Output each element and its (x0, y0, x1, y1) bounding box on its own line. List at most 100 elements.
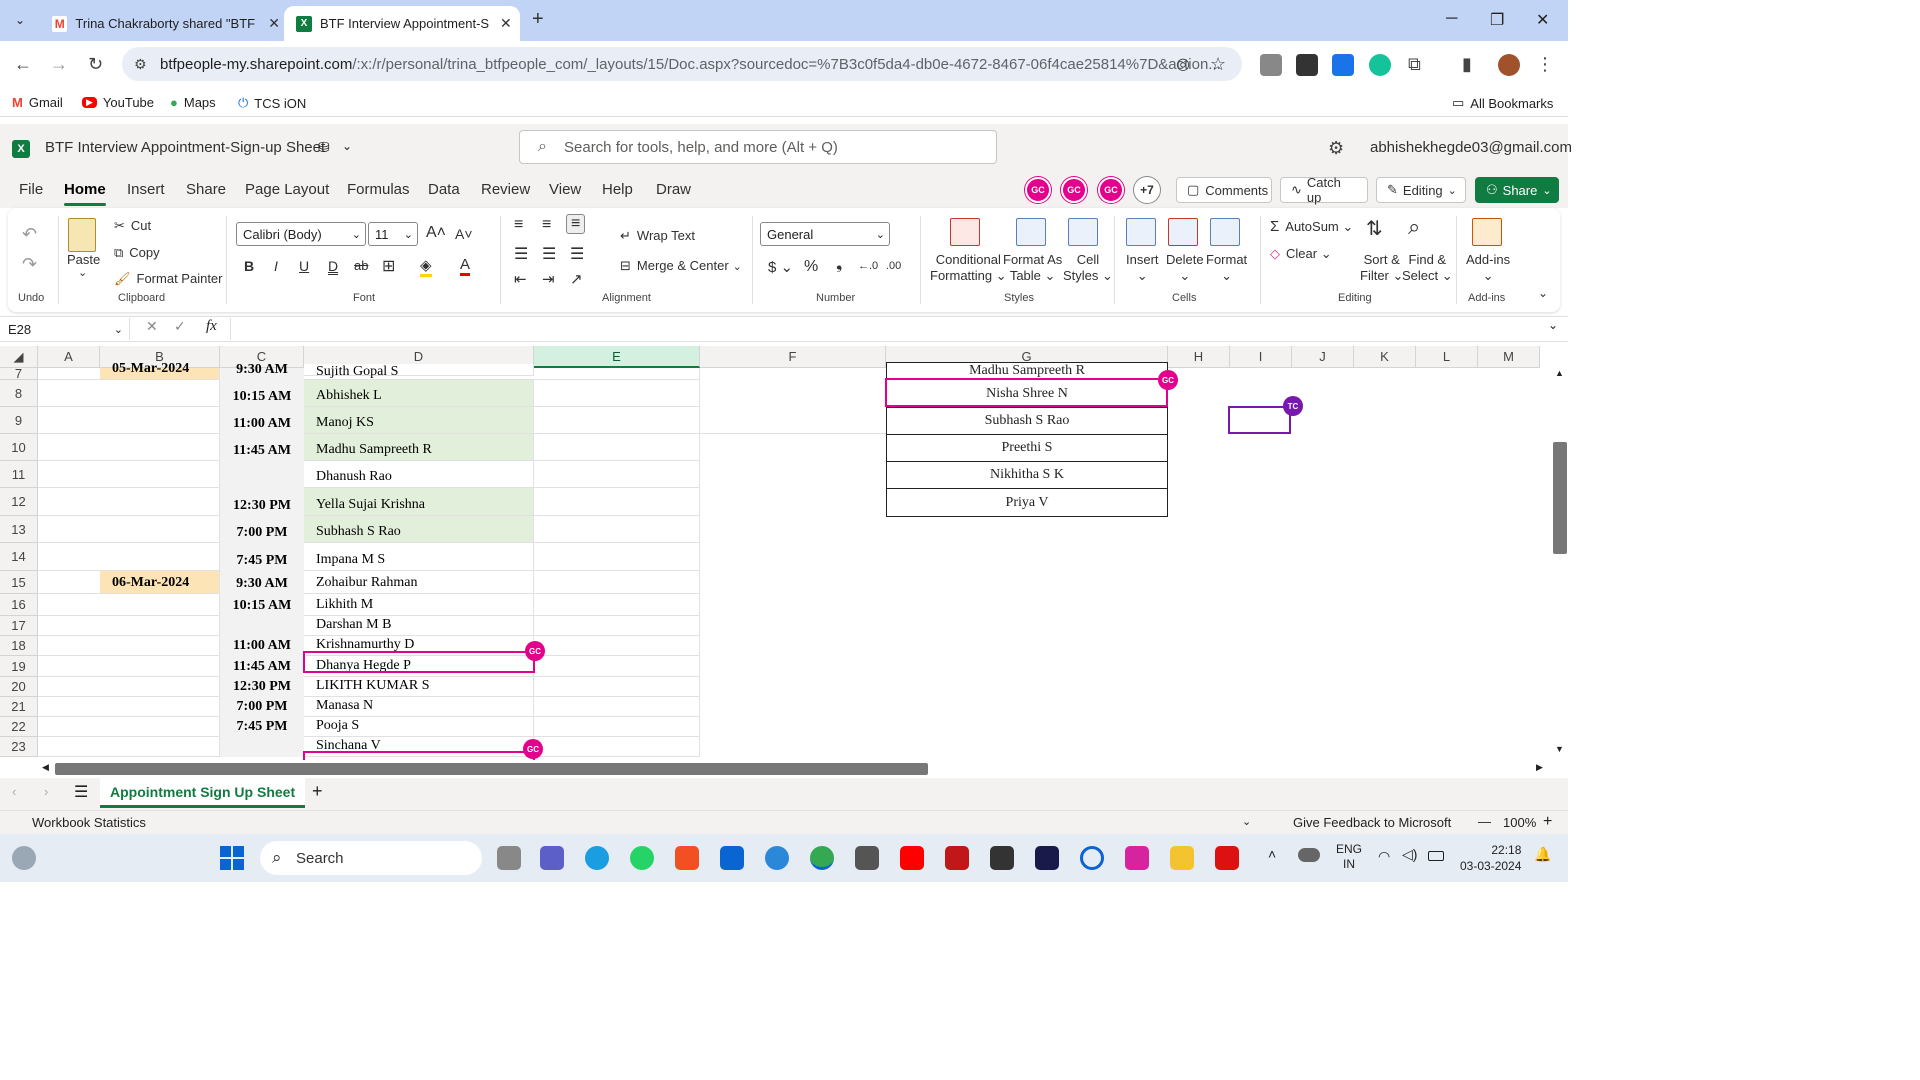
clear-button[interactable]: ◇ Clear ⌄ (1270, 246, 1332, 262)
search-input[interactable]: ⌕ Search for tools, help, and more (Alt … (519, 130, 997, 164)
time-cell[interactable]: 7:00 PM (220, 697, 304, 717)
date-cell[interactable] (100, 461, 220, 488)
collaborator-avatar[interactable]: GC (1025, 177, 1051, 203)
bookmark-youtube[interactable]: ▶ YouTube (82, 95, 154, 110)
time-cell[interactable]: 9:30 AM (220, 362, 304, 380)
date-cell[interactable] (100, 594, 220, 616)
time-cell[interactable] (220, 616, 304, 636)
feedback-link[interactable]: Give Feedback to Microsoft (1293, 815, 1451, 830)
decrease-font-icon[interactable]: A˅ (455, 226, 473, 242)
minimize-icon[interactable]: ─ (1446, 10, 1457, 28)
currency-icon[interactable]: $ ⌄ (768, 258, 793, 276)
formula-input[interactable] (230, 318, 1540, 340)
time-cell[interactable]: 11:45 AM (220, 434, 304, 461)
workbook-statistics[interactable]: Workbook Statistics (32, 815, 146, 830)
borders-icon[interactable]: ⊞ (382, 256, 395, 276)
empty-cell[interactable] (534, 488, 700, 516)
restore-icon[interactable]: ❐ (1490, 10, 1504, 30)
find-select-icon[interactable]: ⌕ (1408, 214, 1420, 240)
name-cell[interactable]: Yella Sujai Krishna (304, 488, 534, 516)
tab-data[interactable]: Data (428, 181, 460, 198)
name-cell[interactable]: Pooja S (304, 717, 534, 737)
help-icon[interactable] (765, 846, 789, 870)
date-cell[interactable] (100, 737, 220, 757)
empty-cell[interactable] (534, 434, 700, 461)
file-explorer-icon[interactable] (1170, 846, 1194, 870)
site-info-icon[interactable]: ⚙ (134, 56, 147, 73)
empty-cell[interactable] (534, 656, 700, 677)
chevron-down-icon[interactable]: ⌄ (1242, 815, 1251, 828)
sort-filter-button[interactable]: Sort & Filter ⌄ (1360, 252, 1403, 284)
time-cell[interactable]: 11:45 AM (220, 656, 304, 677)
date-cell[interactable] (100, 516, 220, 543)
comments-button[interactable]: ▢ Comments (1176, 177, 1272, 203)
name-cell[interactable]: Likhith M (304, 594, 534, 616)
wifi-icon[interactable]: ◠ (1378, 848, 1390, 865)
catch-up-button[interactable]: ∿ Catch up (1280, 175, 1368, 205)
tab-help[interactable]: Help (602, 181, 633, 198)
empty-cell[interactable] (534, 407, 700, 434)
date-cell[interactable] (100, 656, 220, 677)
column-header-l[interactable]: L (1416, 346, 1478, 368)
date-cell[interactable]: 05-Mar-2024 (100, 361, 220, 380)
g-list-cell[interactable]: Subhash S Rao (886, 407, 1168, 435)
date-cell[interactable] (100, 616, 220, 636)
increase-decimal-icon[interactable]: ←.0 (858, 260, 878, 272)
increase-indent-icon[interactable]: ⇥ (542, 270, 555, 288)
forward-icon[interactable]: → (50, 54, 68, 75)
merge-center-button[interactable]: ⊟ Merge & Center ⌄ (620, 258, 742, 274)
column-header-f[interactable]: F (700, 346, 886, 368)
date-cell[interactable] (100, 717, 220, 737)
mcafee-icon[interactable] (945, 846, 969, 870)
row-header[interactable]: 12 (0, 488, 38, 516)
share-button[interactable]: ⚇ Share ⌄ (1475, 177, 1559, 203)
wrap-text-button[interactable]: ↵ Wrap Text (620, 228, 695, 244)
grammarly-icon[interactable] (1369, 54, 1391, 76)
extensions-puzzle-icon[interactable]: ⧉ (1408, 54, 1421, 75)
empty-cell[interactable] (534, 380, 700, 407)
align-middle-icon[interactable]: ≡ (542, 216, 551, 234)
document-title[interactable]: BTF Interview Appointment-Sign-up Sheet (45, 139, 325, 156)
close-tab-icon[interactable]: ✕ (500, 15, 512, 32)
orientation-icon[interactable]: ↗ (570, 270, 583, 288)
chrome-icon[interactable] (810, 846, 834, 870)
time-cell[interactable]: 12:30 PM (220, 677, 304, 697)
back-icon[interactable]: ← (14, 54, 32, 75)
scroll-up-arrow-icon[interactable]: ▲ (1555, 368, 1564, 378)
number-format-select[interactable]: General ⌄ (760, 222, 890, 246)
confirm-formula-icon[interactable]: ✓ (174, 318, 186, 335)
account-name[interactable]: abhishekhegde03@gmail.com (1370, 139, 1572, 156)
cut-button[interactable]: ✂ Cut (114, 218, 151, 234)
tab-home[interactable]: Home (64, 181, 106, 206)
time-cell[interactable]: 7:00 PM (220, 516, 304, 543)
g-list-cell[interactable]: Priya V (886, 488, 1168, 517)
find-select-button[interactable]: Find & Select ⌄ (1402, 252, 1453, 284)
time-cell[interactable]: 12:30 PM (220, 488, 304, 516)
name-cell[interactable]: Darshan M B (304, 616, 534, 636)
format-cells-icon[interactable] (1210, 218, 1240, 246)
row-header[interactable]: 11 (0, 461, 38, 488)
all-bookmarks[interactable]: ▭ All Bookmarks (1452, 95, 1553, 111)
date-cell[interactable] (100, 434, 220, 461)
delete-cells-icon[interactable] (1168, 218, 1198, 246)
empty-cell[interactable] (534, 697, 700, 717)
delete-cells-button[interactable]: Delete ⌄ (1166, 252, 1204, 284)
more-collaborators[interactable]: +7 (1134, 177, 1160, 203)
align-left-icon[interactable]: ☰ (514, 244, 528, 264)
font-size-select[interactable]: 11 ⌄ (368, 222, 418, 246)
youtube-app-icon[interactable] (900, 846, 924, 870)
empty-cell[interactable] (534, 461, 700, 488)
zoom-in-button[interactable]: + (1543, 813, 1552, 831)
tab-draw[interactable]: Draw (656, 181, 691, 198)
empty-cell[interactable] (534, 636, 700, 656)
save-status-icon[interactable]: ⛁ (318, 139, 330, 156)
presence-badge[interactable]: GC (525, 641, 545, 661)
align-right-icon[interactable]: ☰ (570, 244, 584, 264)
paste-icon[interactable] (68, 218, 96, 252)
date-cell[interactable] (100, 407, 220, 434)
time-cell[interactable] (220, 461, 304, 488)
presence-badge[interactable]: GC (1158, 370, 1178, 390)
row-header[interactable]: 7 (0, 366, 38, 381)
collaborator-avatar[interactable]: GC (1098, 177, 1124, 203)
clock[interactable]: 22:18 03-03-2024 (1460, 842, 1521, 874)
